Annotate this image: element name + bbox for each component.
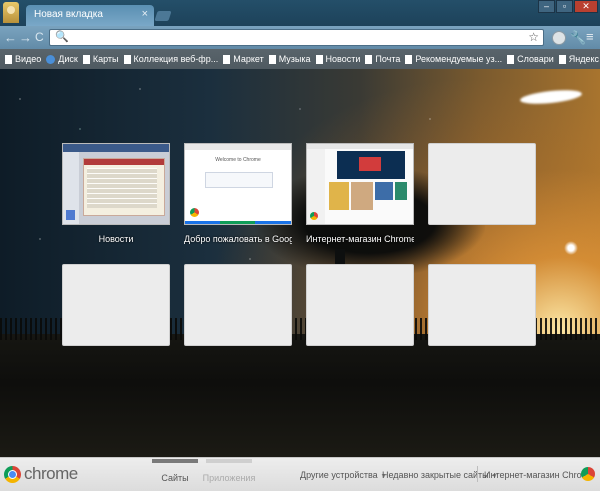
most-visited-tile-web-store[interactable] [306, 143, 414, 225]
page-icon [507, 54, 515, 64]
chrome-logo-icon [4, 466, 21, 483]
bookmark-label: Коллекция веб-фр... [133, 54, 219, 64]
tab-close-icon[interactable]: × [142, 8, 148, 20]
minimize-button[interactable]: – [538, 0, 555, 13]
new-tab-button[interactable] [154, 11, 172, 21]
most-visited-tile-news[interactable] [62, 143, 170, 225]
bookmark-star-icon[interactable]: ☆ [528, 30, 539, 44]
bookmark-music[interactable]: Музыка [268, 54, 311, 64]
bookmark-news[interactable]: Новости [315, 54, 361, 64]
bookmark-maps[interactable]: Карты [82, 54, 119, 64]
most-visited-tile-empty[interactable] [184, 264, 292, 346]
most-visited-tile-empty[interactable] [306, 264, 414, 346]
window-controls: – ▫ ✕ [538, 0, 598, 13]
bookmark-recommended[interactable]: Рекомендуемые уз... [405, 54, 502, 64]
thumb-color-strip [185, 221, 291, 224]
recently-closed-label: Недавно закрытые сайты [382, 470, 489, 480]
bookmark-label: Диск [58, 54, 78, 64]
globe-icon [46, 54, 56, 64]
thumb-banner [337, 151, 405, 179]
thumb-text-lines [87, 168, 157, 208]
bookmark-label: Почта [375, 54, 401, 64]
thumb-blue-block [66, 210, 75, 220]
thumb-topbar [185, 144, 291, 150]
extension-icon[interactable] [552, 31, 566, 45]
thumb-heading: Welcome to Chrome [215, 157, 261, 163]
grass-field [0, 318, 600, 457]
page-icon [315, 54, 323, 64]
tile-title[interactable]: Интернет-магазин Chrome [306, 234, 414, 244]
pager-indicator-sites[interactable] [152, 459, 198, 463]
page-icon [558, 54, 566, 64]
most-visited-tile-welcome[interactable]: Welcome to Chrome [184, 143, 292, 225]
light-flare [564, 241, 578, 255]
new-tab-page-background [0, 69, 600, 457]
page-icon [365, 54, 373, 64]
page-icon [405, 54, 413, 64]
page-icon [223, 54, 231, 64]
pager-apps-label[interactable]: Приложения [199, 473, 259, 483]
bookmarks-bar: Видео Диск Карты Коллекция веб-фр... Мар… [0, 49, 600, 69]
wrench-icon[interactable]: 🔧 [570, 30, 586, 46]
close-window-button[interactable]: ✕ [574, 0, 598, 13]
ntp-footer: chrome Сайты Приложения Другие устройств… [0, 457, 600, 491]
bookmark-label: Видео [15, 54, 42, 64]
most-visited-tile-empty[interactable] [428, 264, 536, 346]
most-visited-tile-empty[interactable] [428, 143, 536, 225]
bookmark-disk[interactable]: Диск [46, 54, 78, 64]
pager-indicator-apps[interactable] [206, 459, 252, 463]
thumb-app [375, 182, 393, 200]
page-icon [268, 54, 276, 64]
thumb-signin-box [205, 172, 273, 188]
profile-avatar-icon[interactable] [3, 2, 19, 23]
forward-button[interactable]: → [19, 30, 32, 45]
bookmark-label: Новости [325, 54, 361, 64]
bookmark-label: Маркет [233, 54, 264, 64]
address-input[interactable] [68, 31, 508, 44]
thumb-app [329, 182, 349, 210]
bookmark-video[interactable]: Видео [5, 54, 41, 64]
page-icon [123, 54, 131, 64]
footer-divider [477, 466, 478, 482]
tab-title: Новая вкладка [34, 9, 103, 20]
bookmark-yandex[interactable]: Яндекс [558, 54, 599, 64]
bookmark-label: Рекомендуемые уз... [415, 54, 503, 64]
chrome-logo-icon [190, 208, 199, 217]
title-bar: Новая вкладка × – ▫ ✕ [0, 0, 600, 26]
recently-closed-menu[interactable]: Недавно закрытые сайты ▼ [382, 470, 498, 480]
reload-button[interactable]: C [35, 30, 44, 44]
thumb-header [63, 144, 169, 152]
tab-new-tab[interactable]: Новая вкладка × [26, 5, 154, 26]
most-visited-tile-empty[interactable] [62, 264, 170, 346]
bookmark-label: Яндекс [568, 54, 599, 64]
bookmark-label: Карты [92, 54, 119, 64]
other-devices-label: Другие устройства [300, 470, 378, 480]
menu-icon[interactable]: ≡ [586, 29, 594, 44]
tile-title[interactable]: Добро пожаловать в Googl... [184, 234, 292, 244]
search-icon: 🔍 [55, 31, 69, 43]
bookmark-dictionaries[interactable]: Словари [507, 54, 554, 64]
back-button[interactable]: ← [4, 30, 17, 45]
bookmark-label: Словари [517, 54, 554, 64]
maximize-button[interactable]: ▫ [556, 0, 573, 13]
page-icon [5, 54, 12, 64]
bookmark-market[interactable]: Маркет [223, 54, 264, 64]
chrome-wordmark: chrome [24, 464, 78, 483]
chrome-logo-icon [310, 212, 318, 220]
page-icon [82, 54, 90, 64]
bookmark-mail[interactable]: Почта [365, 54, 400, 64]
bookmark-web-collection[interactable]: Коллекция веб-фр... [123, 54, 219, 64]
other-devices-menu[interactable]: Другие устройства ▼ [300, 470, 387, 480]
web-store-icon[interactable] [581, 467, 595, 481]
omnibox[interactable]: 🔍 ☆ [49, 29, 544, 46]
bookmark-label: Музыка [278, 54, 311, 64]
toolbar: ← → C 🔍 ☆ 🔧 ≡ [0, 26, 600, 49]
thumb-app [351, 182, 373, 210]
pager-sites-label[interactable]: Сайты [145, 473, 205, 483]
web-store-link[interactable]: Интернет-магазин Chrome [484, 470, 594, 480]
thumb-app [395, 182, 407, 200]
tile-title[interactable]: Новости [62, 234, 170, 244]
